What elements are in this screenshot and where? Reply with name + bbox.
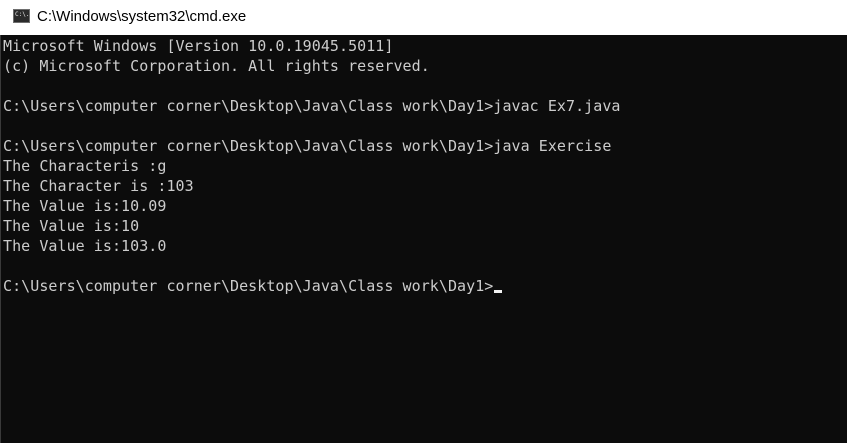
console-output[interactable]: Microsoft Windows [Version 10.0.19045.50…	[3, 36, 843, 441]
cmd-icon-label: C:\.	[15, 11, 30, 18]
prompt-text: C:\Users\computer corner\Desktop\Java\Cl…	[3, 277, 494, 295]
console-line: The Character is :103	[3, 177, 194, 195]
prompt-line[interactable]: C:\Users\computer corner\Desktop\Java\Cl…	[3, 276, 843, 296]
console-line: The Value is:10.09	[3, 197, 167, 215]
console-line: The Characteris :g	[3, 157, 167, 175]
console-line: The Value is:10	[3, 217, 140, 235]
console-line: (c) Microsoft Corporation. All rights re…	[3, 57, 430, 75]
cmd-icon[interactable]: C:\.	[13, 9, 30, 23]
console-line: Microsoft Windows [Version 10.0.19045.50…	[3, 37, 394, 55]
window-title: C:\Windows\system32\cmd.exe	[37, 8, 247, 25]
title-bar[interactable]: C:\. C:\Windows\system32\cmd.exe	[0, 0, 847, 35]
text-cursor	[494, 290, 503, 293]
console-line: The Value is:103.0	[3, 237, 167, 255]
window-left-border	[0, 35, 1, 443]
cmd-window: C:\. C:\Windows\system32\cmd.exe Microso…	[0, 0, 847, 443]
console-line: C:\Users\computer corner\Desktop\Java\Cl…	[3, 137, 612, 155]
console-line: C:\Users\computer corner\Desktop\Java\Cl…	[3, 97, 621, 115]
